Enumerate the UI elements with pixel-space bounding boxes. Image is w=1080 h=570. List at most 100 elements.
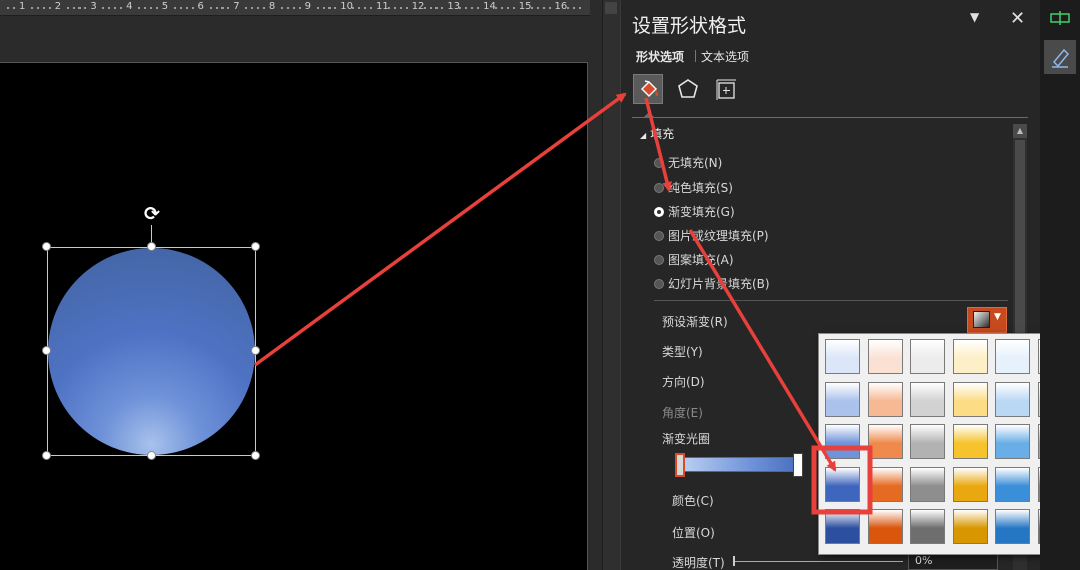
preset-gradient-swatch-gold-1[interactable]	[952, 339, 988, 374]
ruler-tick-mark	[42, 7, 45, 9]
ruler-tick-mark	[286, 7, 289, 9]
tab-shape-options[interactable]: 形状选项	[636, 48, 684, 65]
preset-gradient-swatch-gold-5[interactable]	[952, 509, 988, 544]
resize-handle-bottom[interactable]	[147, 451, 156, 460]
transparency-slider-thumb[interactable]	[733, 556, 735, 566]
pentagon-icon[interactable]	[675, 76, 701, 102]
preset-gradient-swatch-blue-3[interactable]	[825, 424, 860, 459]
preset-gradient-swatch-gold-2[interactable]	[952, 381, 988, 417]
transparency-slider[interactable]	[733, 561, 903, 562]
preset-gradient-swatch-gray-1[interactable]	[910, 339, 945, 374]
ruler-tick-label: 4	[126, 1, 133, 12]
resize-handle-top-left[interactable]	[42, 242, 51, 251]
ruler-tick-mark	[328, 7, 331, 9]
ruler-tick-mark	[477, 7, 480, 9]
close-icon[interactable]: ✕	[1010, 8, 1025, 29]
radio-button[interactable]	[654, 158, 664, 168]
radio-button[interactable]	[654, 183, 664, 193]
fill-option-pattern[interactable]: 图案填充(A)	[654, 251, 734, 268]
preset-gradient-swatch-lightblue-4[interactable]	[995, 466, 1030, 502]
ruler-tick-mark	[179, 7, 182, 9]
ruler-tick-mark	[84, 7, 87, 9]
preset-gradient-swatch-orange-4[interactable]	[867, 466, 903, 502]
scroll-up-icon[interactable]: ▲	[1013, 124, 1027, 138]
resize-handle-top[interactable]	[147, 242, 156, 251]
scroll-up-button[interactable]	[605, 2, 617, 14]
preset-gradient-label: 预设渐变(R)	[662, 315, 728, 329]
ruler-tick-mark	[155, 7, 158, 9]
preset-gradient-swatch-blue-2[interactable]	[825, 381, 860, 417]
preset-gradient-swatch-lightblue-1[interactable]	[995, 339, 1030, 374]
ruler-tick-mark	[78, 7, 81, 9]
selection-pane-icon[interactable]	[1050, 10, 1070, 25]
ruler-tick-mark	[191, 7, 194, 9]
preset-gradient-swatch-gray-2[interactable]	[910, 381, 945, 417]
resize-handle-bottom-right[interactable]	[251, 451, 260, 460]
ruler-tick-label: 12	[411, 1, 425, 12]
preset-gradient-swatch-gold-3[interactable]	[952, 424, 988, 459]
ruler-tick-mark	[536, 7, 539, 9]
ruler-tick-mark	[405, 7, 408, 9]
resize-handle-top-right[interactable]	[251, 242, 260, 251]
ruler-tick-label: 7	[233, 1, 240, 12]
ruler-tick-mark	[209, 7, 212, 9]
preset-gradient-swatch-lightblue-2[interactable]	[995, 381, 1030, 417]
size-properties-icon[interactable]	[713, 76, 739, 102]
tab-text-options[interactable]: 文本选项	[701, 48, 749, 65]
ruler-tick-mark	[506, 7, 509, 9]
gradient-stop-handle[interactable]	[675, 453, 685, 477]
resize-handle-right[interactable]	[251, 346, 260, 355]
radio-button[interactable]	[654, 255, 664, 265]
ruler-tick-mark	[358, 7, 361, 9]
preset-gradient-swatch[interactable]	[973, 311, 990, 328]
ruler-tick-mark	[471, 7, 474, 9]
preset-gradient-swatch-blue-5[interactable]	[825, 509, 860, 544]
preset-gradient-swatch-gray-5[interactable]	[910, 509, 945, 544]
ruler-tick-mark	[102, 7, 105, 9]
ruler-tick-mark	[13, 7, 15, 9]
gradient-stop-handle[interactable]	[793, 453, 803, 477]
radio-button-checked[interactable]	[654, 207, 664, 217]
pane-scroll-thumb[interactable]	[1015, 140, 1025, 340]
fill-option-picture[interactable]: 图片或纹理填充(P)	[654, 227, 769, 244]
ruler-tick-mark	[399, 7, 402, 9]
ruler-tick-mark	[66, 7, 69, 9]
preset-gradient-swatch-orange-5[interactable]	[867, 509, 903, 544]
gradient-type-label: 类型(Y)	[662, 345, 703, 359]
radio-button[interactable]	[654, 279, 664, 289]
preset-gradient-swatch-orange-2[interactable]	[867, 381, 903, 417]
ruler-tick-label: 6	[197, 1, 204, 12]
preset-gradient-swatch-gray-4[interactable]	[910, 466, 945, 502]
ruler-tick-mark	[185, 7, 188, 9]
fill-option-gradient[interactable]: 渐变填充(G)	[654, 203, 735, 220]
ruler-tick-label: 14	[483, 1, 496, 12]
preset-gradient-swatch-lightblue-3[interactable]	[995, 424, 1030, 459]
radio-button[interactable]	[654, 231, 664, 241]
preset-gradient-swatch-orange-3[interactable]	[867, 424, 903, 459]
chevron-down-icon[interactable]: ▼	[994, 312, 1001, 322]
ruler-tick-mark	[435, 7, 438, 9]
rotate-handle-icon[interactable]: ⟳	[141, 203, 163, 225]
fill-option-slide-background[interactable]: 幻灯片背景填充(B)	[654, 275, 770, 292]
ruler-tick-mark	[144, 7, 147, 9]
preset-gradient-swatch-gray-3[interactable]	[910, 424, 945, 459]
resize-handle-left[interactable]	[42, 346, 51, 355]
ruler-tick-mark	[572, 7, 575, 9]
fill-option-none[interactable]: 无填充(N)	[654, 154, 722, 171]
preset-gradient-swatch-lightblue-5[interactable]	[995, 509, 1030, 544]
ruler-tick-mark	[72, 7, 75, 9]
ruler-tick-label: 15	[518, 1, 532, 12]
ruler-tick-mark	[542, 7, 545, 9]
vertical-scrollbar[interactable]	[602, 0, 620, 570]
paint-bucket-icon[interactable]	[633, 74, 663, 104]
preset-gradient-swatch-blue-1[interactable]	[825, 339, 860, 374]
format-shape-icon[interactable]	[1044, 40, 1076, 74]
preset-gradient-swatch-blue-4[interactable]	[825, 466, 860, 502]
chevron-down-icon[interactable]: ▼	[970, 10, 979, 24]
resize-handle-bottom-left[interactable]	[42, 451, 51, 460]
fill-option-solid[interactable]: 纯色填充(S)	[654, 179, 733, 196]
fill-section-header[interactable]: ◢ 填充	[640, 125, 674, 142]
preset-gradient-swatch-orange-1[interactable]	[867, 339, 903, 374]
preset-gradient-swatch-gold-4[interactable]	[952, 466, 988, 502]
gradient-stops-bar[interactable]	[680, 457, 798, 472]
